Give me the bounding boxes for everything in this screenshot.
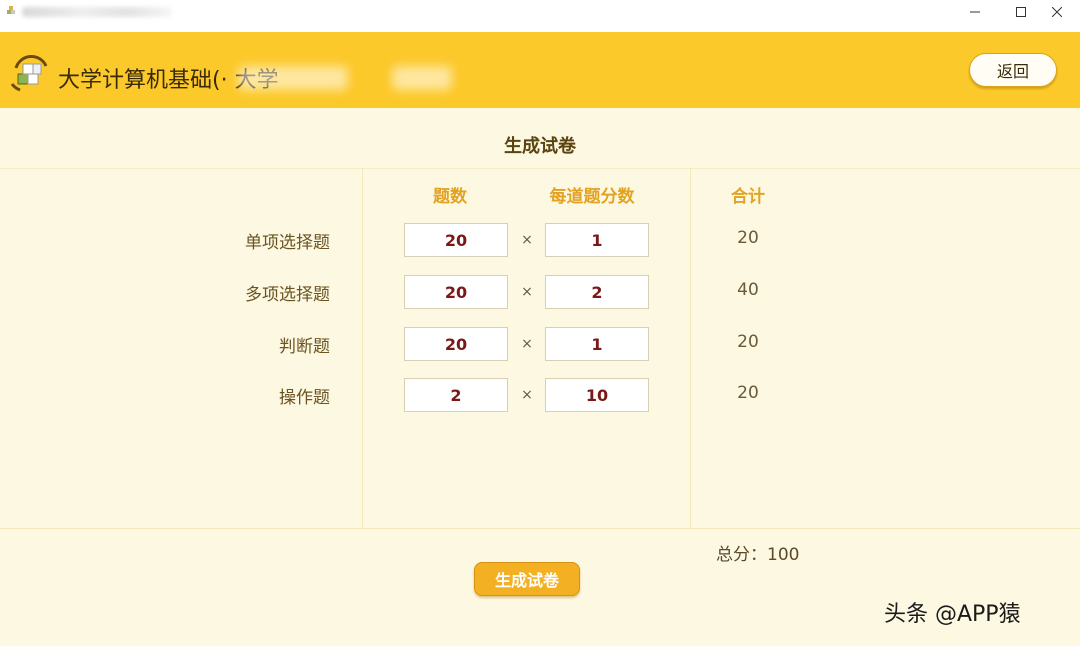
app-logo-icon [10,55,48,92]
score-per-question-input[interactable]: 1 [545,327,649,361]
page-title: 生成试卷 [504,136,576,157]
divider [0,528,1080,529]
row-subtotal: 40 [737,280,759,300]
times-sign: × [521,284,533,300]
row-subtotal: 20 [737,383,759,403]
back-button[interactable]: 返回 [969,53,1057,87]
minimize-button[interactable] [952,0,998,24]
column-header-score-each: 每道题分数 [549,187,635,207]
score-per-question-input[interactable]: 10 [545,378,649,412]
score-per-question-input[interactable]: 2 [545,275,649,309]
app-header: 大学计算机基础(· 大学 返回 [0,32,1080,108]
maximize-icon [1016,7,1026,17]
window-titlebar [0,0,1080,24]
row-label: 单项选择题 [245,233,330,253]
question-count-input[interactable]: 20 [404,223,508,257]
column-divider [690,168,691,528]
column-divider [362,168,363,528]
title-redaction [238,66,348,90]
times-sign: × [521,387,533,403]
question-count-input[interactable]: 2 [404,378,508,412]
app-mini-icon [7,6,15,14]
row-label: 多项选择题 [245,285,330,305]
watermark: 头条 @APP猿 [884,602,1021,627]
window-title-blurred [22,7,172,17]
close-button[interactable] [1034,0,1080,24]
title-redaction [392,66,452,90]
question-count-input[interactable]: 20 [404,327,508,361]
row-subtotal: 20 [737,228,759,248]
question-count-input[interactable]: 20 [404,275,508,309]
minimize-icon [970,11,980,13]
times-sign: × [521,336,533,352]
row-label: 判断题 [279,337,330,357]
row-subtotal: 20 [737,332,759,352]
column-header-count: 题数 [433,187,467,207]
exam-generator-panel: 生成试卷 题数 每道题分数 合计 单项选择题 20 × 1 20 多项选择题 2… [0,108,1080,646]
generate-exam-button[interactable]: 生成试卷 [474,562,580,596]
divider [0,168,1080,169]
column-header-subtotal: 合计 [731,187,765,207]
times-sign: × [521,232,533,248]
row-label: 操作题 [279,388,330,408]
total-score: 总分：100 [716,545,800,565]
score-per-question-input[interactable]: 1 [545,223,649,257]
close-icon [1052,7,1062,17]
